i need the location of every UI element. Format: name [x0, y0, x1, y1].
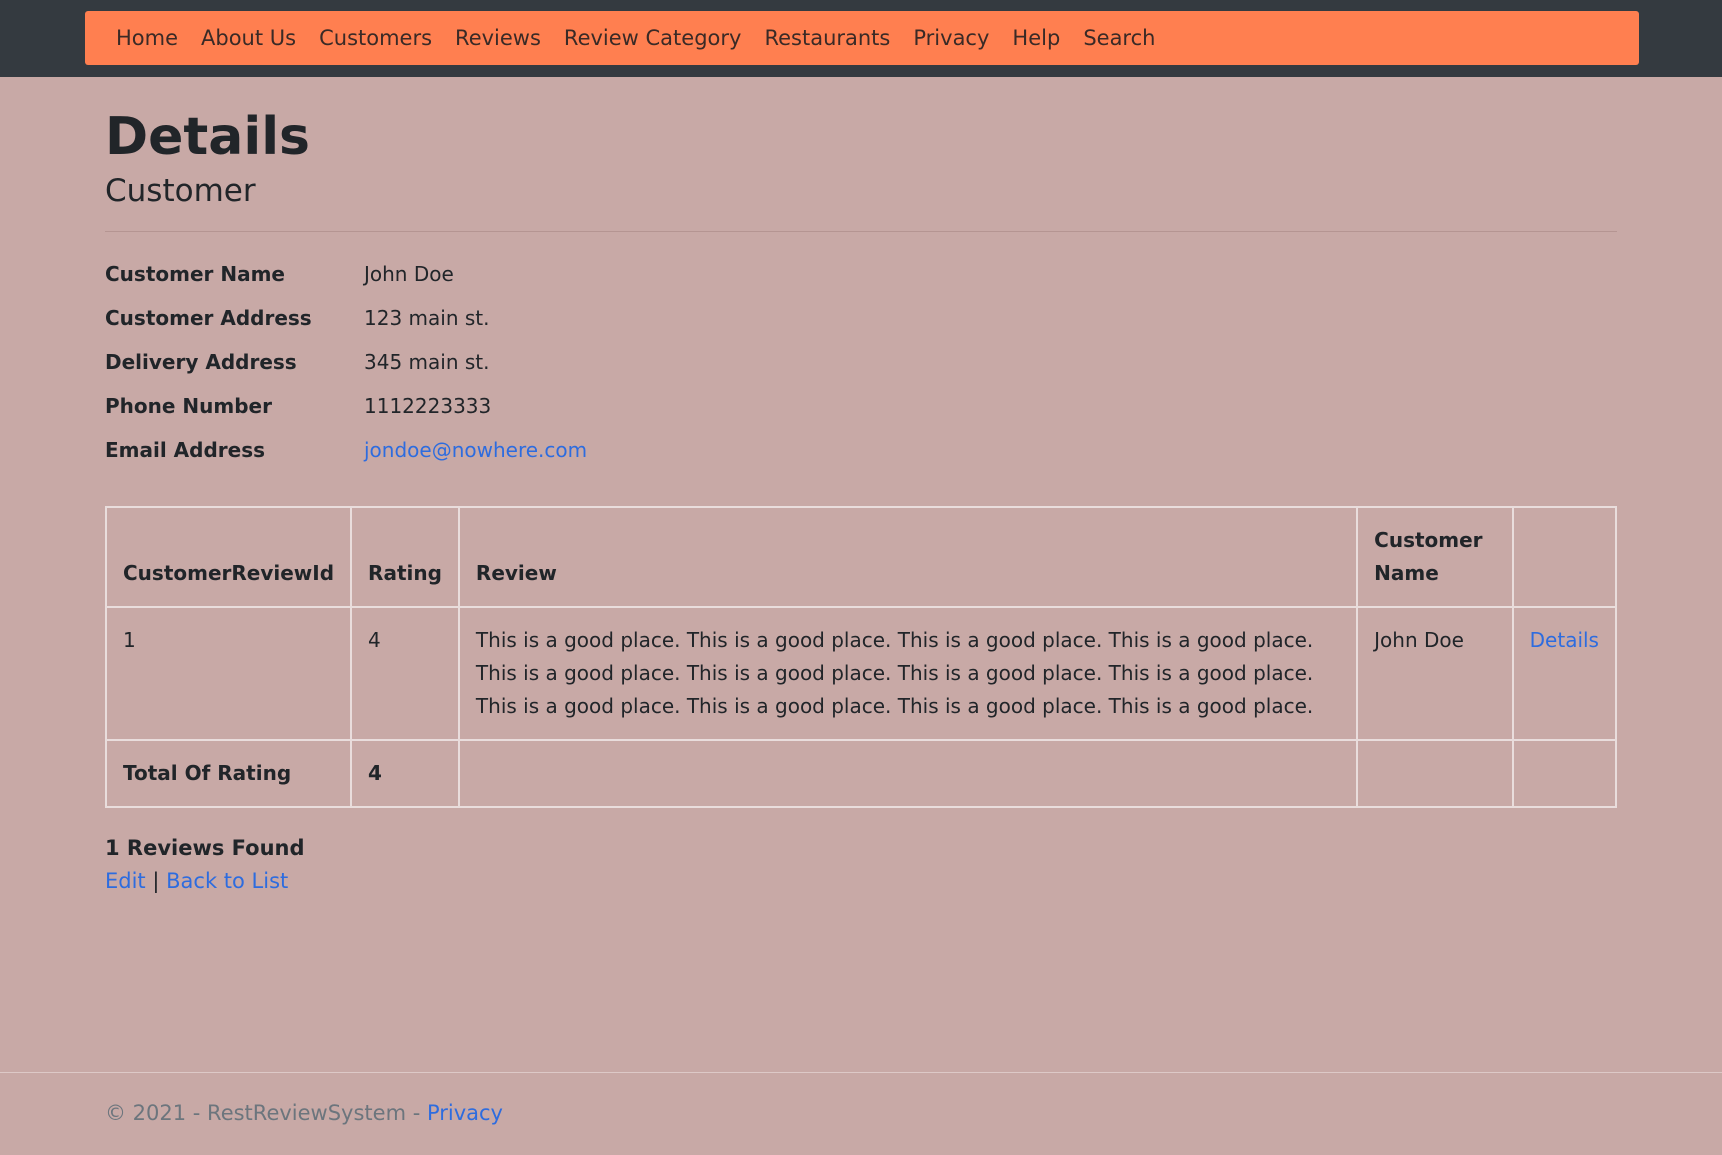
- customer-name-cell: John Doe: [1356, 606, 1514, 741]
- rating-cell: 4: [350, 606, 460, 741]
- detail-row-phone: Phone Number 1112223333: [105, 384, 1617, 428]
- page-subtitle: Customer: [105, 173, 256, 209]
- footer: © 2021 - RestReviewSystem - Privacy: [0, 1072, 1722, 1155]
- details-link[interactable]: Details: [1530, 628, 1599, 652]
- nav-help[interactable]: Help: [1012, 26, 1060, 50]
- table-header-row: CustomerReviewId Rating Review Customer …: [104, 506, 1618, 608]
- reviews-table: CustomerReviewId Rating Review Customer …: [104, 506, 1618, 808]
- review-id-cell: 1: [104, 606, 353, 741]
- detail-row-email: Email Address jondoe@nowhere.com: [105, 428, 1617, 472]
- detail-value: John Doe: [364, 262, 454, 286]
- detail-row-address: Customer Address 123 main st.: [105, 296, 1617, 340]
- column-header: Customer Name: [1356, 506, 1514, 608]
- action-cell: Details: [1511, 606, 1618, 741]
- total-label: Total Of Rating: [104, 739, 353, 808]
- detail-value: 123 main st.: [364, 306, 490, 330]
- total-row: Total Of Rating 4: [104, 739, 1618, 808]
- column-header: [1511, 506, 1618, 608]
- detail-value: 345 main st.: [364, 350, 490, 374]
- detail-label: Customer Name: [105, 262, 285, 286]
- column-header: Review: [457, 506, 1359, 608]
- detail-label: Email Address: [105, 438, 266, 462]
- column-header: CustomerReviewId: [104, 506, 353, 608]
- link-separator: |: [152, 869, 160, 893]
- divider: [105, 231, 1617, 232]
- edit-link[interactable]: Edit: [105, 869, 146, 893]
- empty-cell: [457, 739, 1359, 808]
- main-navbar: Home About Us Customers Reviews Review C…: [85, 11, 1639, 65]
- email-link[interactable]: jondoe@nowhere.com: [364, 438, 587, 462]
- nav-customers[interactable]: Customers: [319, 26, 432, 50]
- detail-row-delivery: Delivery Address 345 main st.: [105, 340, 1617, 384]
- customer-details: Customer Name John Doe Customer Address …: [105, 252, 1617, 472]
- total-value: 4: [350, 739, 460, 808]
- reviews-found-count: 1 Reviews Found: [105, 836, 305, 860]
- detail-label: Customer Address: [105, 306, 312, 330]
- empty-cell: [1511, 739, 1618, 808]
- nav-search[interactable]: Search: [1083, 26, 1155, 50]
- detail-label: Phone Number: [105, 394, 272, 418]
- footer-text-container: © 2021 - RestReviewSystem - Privacy: [105, 1101, 503, 1125]
- top-bar: Home About Us Customers Reviews Review C…: [0, 0, 1722, 77]
- nav-privacy[interactable]: Privacy: [913, 26, 989, 50]
- detail-row-name: Customer Name John Doe: [105, 252, 1617, 296]
- detail-label: Delivery Address: [105, 350, 297, 374]
- footer-privacy-link[interactable]: Privacy: [427, 1101, 503, 1125]
- nav-about-us[interactable]: About Us: [201, 26, 296, 50]
- main-content: Details Customer Customer Name John Doe …: [104, 77, 1618, 898]
- detail-value: 1112223333: [364, 394, 492, 418]
- detail-value: jondoe@nowhere.com: [364, 438, 587, 462]
- back-to-list-link[interactable]: Back to List: [166, 869, 288, 893]
- nav-home[interactable]: Home: [116, 26, 178, 50]
- review-cell: This is a good place. This is a good pla…: [457, 606, 1359, 741]
- nav-review-category[interactable]: Review Category: [564, 26, 742, 50]
- nav-reviews[interactable]: Reviews: [455, 26, 541, 50]
- table-row: 1 4 This is a good place. This is a good…: [104, 606, 1618, 741]
- action-links: Edit | Back to List: [105, 865, 1617, 898]
- page-title: Details: [105, 107, 310, 167]
- copyright-text: © 2021 - RestReviewSystem -: [105, 1101, 427, 1125]
- empty-cell: [1356, 739, 1514, 808]
- nav-restaurants[interactable]: Restaurants: [764, 26, 890, 50]
- column-header: Rating: [350, 506, 460, 608]
